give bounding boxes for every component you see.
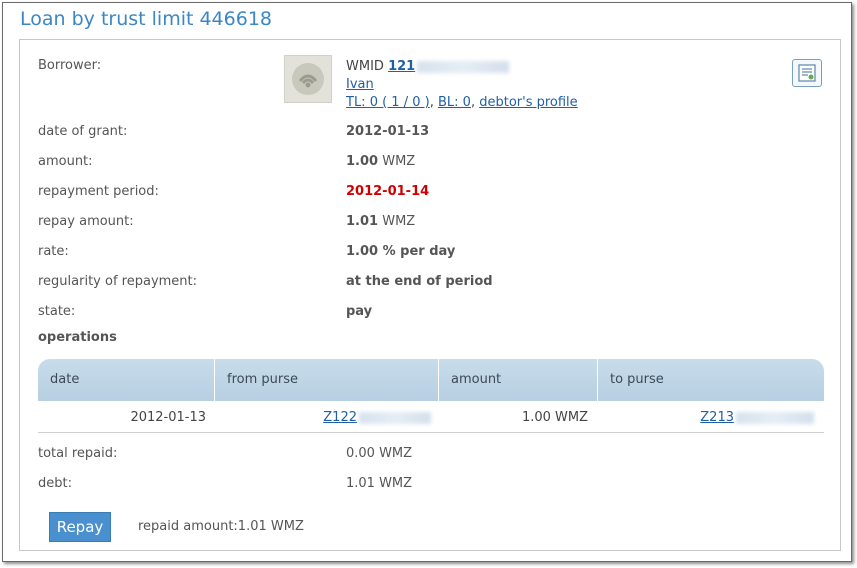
debtor-profile-link[interactable]: debtor's profile [479, 95, 577, 110]
wmid-link[interactable]: 121 [388, 59, 415, 74]
column-from-purse: from purse [215, 359, 439, 401]
repay-amount-label: repay amount: [38, 214, 134, 229]
repaid-amount-note: repaid amount:1.01 WMZ [138, 519, 304, 534]
total-repaid-label: total repaid: [38, 446, 118, 461]
column-to-purse: to purse [610, 372, 664, 387]
state-label: state: [38, 304, 76, 319]
repay-amount-unit: WMZ [382, 214, 416, 229]
to-purse-link[interactable]: Z213 [700, 410, 734, 425]
amount-unit: WMZ [382, 154, 416, 169]
avatar-icon [284, 55, 332, 103]
amount-label: amount: [38, 154, 93, 169]
column-amount: amount [439, 359, 598, 401]
rate-label: rate: [38, 244, 69, 259]
state-value: pay [346, 304, 373, 319]
cell-from-purse: Z122 [215, 404, 439, 432]
debt-label: debt: [38, 476, 72, 491]
from-purse-redacted [359, 411, 431, 424]
column-date: date [38, 359, 215, 401]
wmid-redacted [417, 60, 510, 73]
from-purse-link[interactable]: Z122 [323, 410, 357, 425]
rate-value: 1.00 % per day [346, 244, 456, 259]
separator-1: , [429, 95, 434, 110]
date-of-grant-value: 2012-01-13 [346, 124, 430, 139]
repay-button[interactable]: Repay [49, 512, 111, 542]
wmid-label: WMID [346, 59, 384, 74]
wmid-line: WMID 121 [346, 58, 578, 76]
amount-value: 1.00 [346, 154, 379, 169]
operations-table-header: date from purse amount to purse [38, 359, 824, 401]
loan-details-panel: Borrower: WMID 121 Ivan TL: 0 ( 1 / 0 ),… [19, 39, 841, 551]
certificate-icon[interactable] [792, 59, 822, 87]
repay-amount-value: 1.01 [346, 214, 379, 229]
date-of-grant-label: date of grant: [38, 124, 128, 139]
repayment-period-label: repayment period: [38, 184, 159, 199]
debt-value: 1.01 WMZ [346, 476, 413, 491]
to-purse-redacted [736, 411, 814, 424]
total-repaid-value: 0.00 WMZ [346, 446, 413, 461]
borrower-label: Borrower: [38, 58, 102, 73]
separator-2: , [470, 95, 476, 110]
borrower-name-link[interactable]: Ivan [346, 77, 374, 92]
table-row: 2012-01-13 Z122 1.00 WMZ Z213 [38, 404, 824, 433]
regularity-label: regularity of repayment: [38, 274, 198, 289]
repayment-period-value: 2012-01-14 [346, 184, 430, 199]
loan-window: Loan by trust limit 446618 Borrower: WMI… [2, 2, 852, 562]
trust-limit-link[interactable]: TL: 0 ( 1 / 0 ) [346, 95, 430, 110]
page-title: Loan by trust limit 446618 [20, 8, 273, 30]
cell-to-purse: Z213 [598, 404, 824, 432]
regularity-value: at the end of period [346, 274, 493, 289]
cell-date: 2012-01-13 [130, 410, 206, 425]
cell-amount: 1.00 WMZ [521, 410, 588, 425]
borrower-info: WMID 121 Ivan TL: 0 ( 1 / 0 ), BL: 0, de… [346, 58, 578, 112]
operations-title: operations [38, 330, 117, 345]
business-level-link[interactable]: BL: 0 [438, 95, 471, 110]
